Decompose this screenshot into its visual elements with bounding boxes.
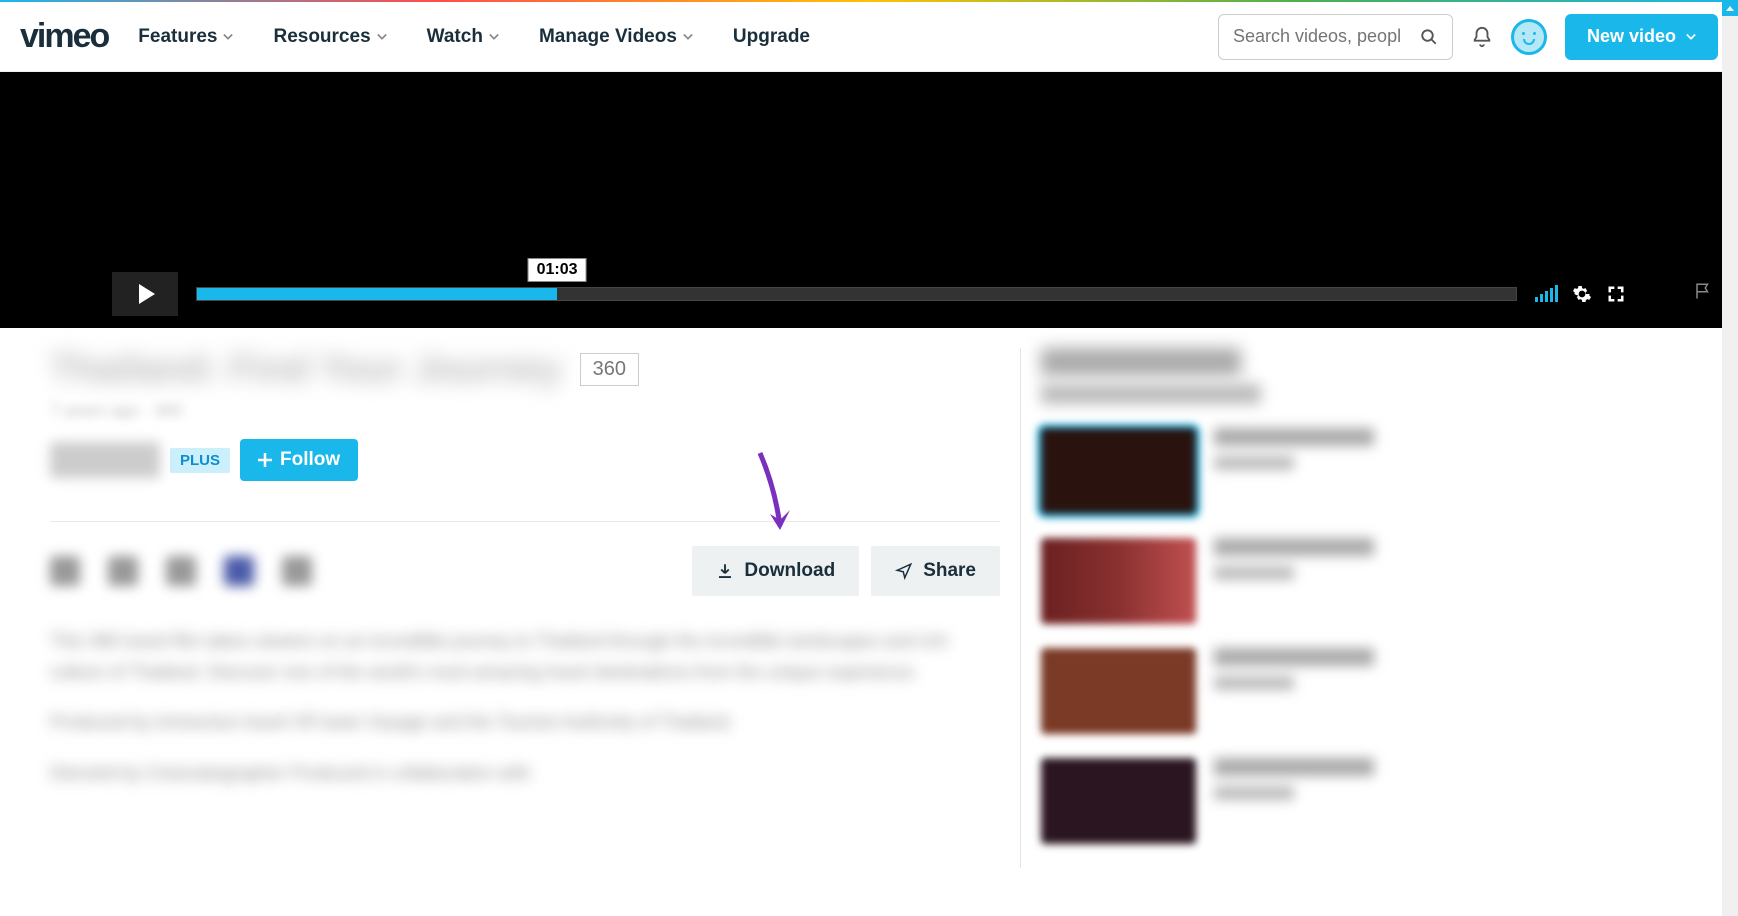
vimeo-logo[interactable]: vimeo [20,17,108,56]
fullscreen-icon[interactable] [1606,284,1626,304]
chevron-down-icon [1686,32,1696,42]
related-text [1214,538,1374,580]
report-flag-icon[interactable] [1694,281,1712,306]
related-text [1214,648,1374,690]
sidebar-title [1041,348,1241,376]
author-row: PLUS Follow [50,439,1000,481]
scroll-up-icon[interactable] [1722,0,1738,16]
download-button[interactable]: Download [692,546,859,596]
desc-p2: Produced by immersive travel VR team Voy… [50,707,1000,738]
plus-badge: PLUS [170,448,230,473]
share-button[interactable]: Share [871,546,1000,596]
follow-button[interactable]: Follow [240,439,358,481]
download-label: Download [744,560,835,582]
settings-icon[interactable] [1572,284,1592,304]
volume-icon[interactable] [1535,286,1558,302]
chevron-down-icon [377,32,387,42]
page-scrollbar[interactable] [1722,0,1738,916]
progress-fill [197,288,557,300]
player-controls: 01:03 [112,272,1626,316]
chevron-down-icon [489,32,499,42]
download-icon [716,562,734,580]
notifications-icon[interactable] [1471,25,1493,49]
author-name[interactable] [50,442,160,478]
nav-resources-label: Resources [273,26,370,48]
play-icon [139,284,155,304]
nav-manage-videos[interactable]: Manage Videos [539,26,693,48]
title-row: Thailand: Find Your Journey 360 [50,348,1000,391]
related-text [1214,428,1374,470]
main-nav: Features Resources Watch Manage Videos U… [138,26,1218,48]
progress-bar[interactable]: 01:03 [196,287,1517,301]
related-sidebar [1020,348,1480,868]
play-button[interactable] [112,272,178,316]
plus-icon [258,453,272,467]
related-item[interactable] [1041,758,1480,844]
share-label: Share [923,560,976,582]
chevron-down-icon [683,32,693,42]
action-buttons: Download Share [692,546,1000,596]
avatar-face-icon [1518,26,1540,48]
content-area: Thailand: Find Your Journey 360 7 years … [0,328,1738,908]
related-thumbnail [1041,428,1196,514]
nav-manage-videos-label: Manage Videos [539,26,677,48]
related-item[interactable] [1041,538,1480,624]
video-meta: 7 years ago · 360 [50,401,1000,421]
nav-resources[interactable]: Resources [273,26,386,48]
player-right-icons [1535,284,1626,304]
badge-360: 360 [580,353,639,386]
related-text [1214,758,1374,800]
nav-features-label: Features [138,26,217,48]
actions-row: Download Share [50,521,1000,596]
video-description: This 360 travel film takes viewers on an… [50,626,1000,788]
user-avatar[interactable] [1511,19,1547,55]
annotation-arrow-icon [740,448,800,538]
search-input[interactable] [1233,26,1420,47]
nav-watch-label: Watch [427,26,483,48]
time-tooltip: 01:03 [528,258,587,282]
desc-p3: Directed by Cinematographer Produced in … [50,758,1000,789]
sidebar-subtitle [1041,384,1261,404]
related-thumbnail [1041,538,1196,624]
follow-label: Follow [280,449,340,471]
chevron-down-icon [223,32,233,42]
new-video-button[interactable]: New video [1565,14,1718,60]
main-header: vimeo Features Resources Watch Manage Vi… [0,2,1738,72]
action-icons-blurred [50,556,692,586]
related-item[interactable] [1041,428,1480,514]
related-thumbnail [1041,648,1196,734]
search-icon[interactable] [1420,28,1438,46]
search-box[interactable] [1218,14,1453,60]
nav-features[interactable]: Features [138,26,233,48]
video-title: Thailand: Find Your Journey [50,348,562,391]
share-icon [895,562,913,580]
nav-watch[interactable]: Watch [427,26,499,48]
related-item[interactable] [1041,648,1480,734]
nav-upgrade[interactable]: Upgrade [733,26,810,48]
video-player[interactable]: 01:03 [0,72,1738,328]
related-thumbnail [1041,758,1196,844]
desc-p1: This 360 travel film takes viewers on an… [50,626,1000,687]
new-video-label: New video [1587,26,1676,47]
nav-upgrade-label: Upgrade [733,26,810,48]
main-column: Thailand: Find Your Journey 360 7 years … [50,348,1000,868]
header-right: New video [1218,14,1718,60]
